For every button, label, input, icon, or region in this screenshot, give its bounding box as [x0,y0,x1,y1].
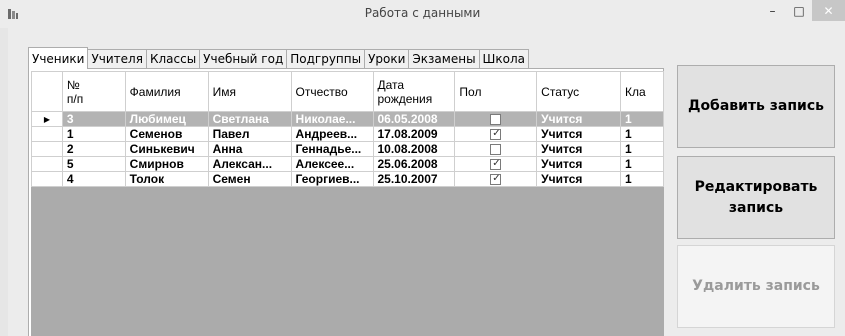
cell-dob[interactable]: 25.10.2007 [372,171,456,187]
row-header-corner [31,71,63,112]
cell-first[interactable]: Павел [207,126,292,142]
cell-status[interactable]: Учится [536,126,621,142]
column-header[interactable]: Статус [536,71,621,112]
tab-5[interactable]: Уроки [364,49,410,69]
cell-num[interactable]: 3 [61,111,126,127]
cell-num[interactable]: 2 [61,141,126,157]
checkbox-icon[interactable] [490,173,502,185]
cell-first[interactable]: Светлана [207,111,292,127]
minimize-button[interactable]: – [759,0,786,21]
table-row[interactable]: 2 Синькевич Анна Геннадье... 10.08.2008 Учитс… [31,141,664,157]
cell-first[interactable]: Алексан... [207,156,292,172]
tab-2[interactable]: Классы [145,49,201,69]
cell-status[interactable]: Учится [536,141,621,157]
tab-6[interactable]: Экзамены [408,49,480,69]
maximize-button[interactable]: □ [786,0,812,21]
add-record-button[interactable]: Добавить запись [677,65,835,148]
delete-record-button[interactable]: Удалить запись [677,245,835,328]
cell-last[interactable]: Синькевич [124,141,209,157]
checkbox-icon[interactable] [490,113,502,125]
students-table: № п/п Фамилия Имя Отчество Дата рождения Пол С… [31,71,664,187]
main-window: Работа с данными – □ ✕ Ученики Учителя Кла… [0,0,845,336]
tab-strip: Ученики Учителя Классы Учебный год Подгруппы… [28,47,529,69]
table-row[interactable]: ▶ 3 Любимец Светлана Николае... 06.05.2008 Учи… [31,111,664,127]
gender-cell[interactable] [454,126,538,142]
column-header[interactable]: Кла [620,71,664,112]
tab-0[interactable]: Ученики [28,47,89,69]
cell-num[interactable]: 1 [61,126,126,142]
cell-class[interactable]: 1 [620,126,664,142]
row-header[interactable] [31,141,63,157]
gender-cell[interactable] [454,141,538,157]
current-row-indicator-icon: ▶ [43,114,51,124]
cell-class[interactable]: 1 [620,141,664,157]
checkbox-icon[interactable] [490,128,502,140]
window-title: Работа с данными [364,6,481,20]
cell-last[interactable]: Семенов [124,126,209,142]
column-header[interactable]: Пол [454,71,538,112]
column-header[interactable]: Фамилия [124,71,209,112]
gender-cell[interactable] [454,171,538,187]
column-header[interactable]: № п/п [61,71,126,112]
checkbox-icon[interactable] [490,143,502,155]
delete-record-label: Удалить запись [692,278,820,294]
cell-class[interactable]: 1 [620,171,664,187]
cell-status[interactable]: Учится [536,171,621,187]
tab-3[interactable]: Учебный год [199,49,288,69]
cell-middle[interactable]: Николае... [290,111,374,127]
cell-num[interactable]: 4 [61,171,126,187]
window-border [0,28,8,336]
title-bar: Работа с данными – □ ✕ [0,0,845,28]
cell-dob[interactable]: 25.06.2008 [372,156,456,172]
cell-middle[interactable]: Геннадье... [290,141,374,157]
cell-dob[interactable]: 10.08.2008 [372,141,456,157]
cell-dob[interactable]: 06.05.2008 [372,111,456,127]
table-row[interactable]: 4ТолокСеменГеоргиев...25.10.2007 Учится1 [31,171,664,187]
cell-last[interactable]: Смирнов [124,156,209,172]
gender-cell[interactable] [454,111,538,127]
cell-last[interactable]: Толок [124,171,209,187]
table-row[interactable]: 1СеменовПавелАндреев...17.08.2009Учится1 [31,126,664,142]
cell-middle[interactable]: Алексее... [290,156,374,172]
close-button[interactable]: ✕ [812,0,845,21]
table-row[interactable]: 5СмирновАлексан...Алексее...25.06.2008 Уч… [31,156,664,172]
cell-first[interactable]: Семен [207,171,292,187]
row-header[interactable] [31,171,63,187]
column-header[interactable]: Имя [207,71,292,112]
cell-class[interactable]: 1 [620,111,664,127]
cell-dob[interactable]: 17.08.2009 [372,126,456,142]
edit-record-label: Редактировать запись [694,178,818,216]
cell-middle[interactable]: Георгиев... [290,171,374,187]
edit-record-button[interactable]: Редактировать запись [677,156,835,239]
tab-7[interactable]: Школа [478,49,529,69]
cell-num[interactable]: 5 [61,156,126,172]
add-record-label: Добавить запись [687,98,825,114]
cell-status[interactable]: Учится [536,111,621,127]
gender-cell[interactable] [454,156,538,172]
students-grid[interactable]: № п/п Фамилия Имя Отчество Дата рождения Пол С… [31,71,664,336]
column-header[interactable]: Дата рождения [372,71,456,112]
row-header[interactable]: ▶ [31,111,63,127]
tab-1[interactable]: Учителя [87,49,147,69]
cell-first[interactable]: Анна [207,141,292,157]
column-header[interactable]: Отчество [290,71,374,112]
tab-4[interactable]: Подгруппы [286,49,366,69]
checkbox-icon[interactable] [490,158,502,170]
row-header[interactable] [31,126,63,142]
cell-class[interactable]: 1 [620,156,664,172]
cell-status[interactable]: Учится [536,156,621,172]
cell-middle[interactable]: Андреев... [290,126,374,142]
cell-last[interactable]: Любимец [124,111,209,127]
row-header[interactable] [31,156,63,172]
